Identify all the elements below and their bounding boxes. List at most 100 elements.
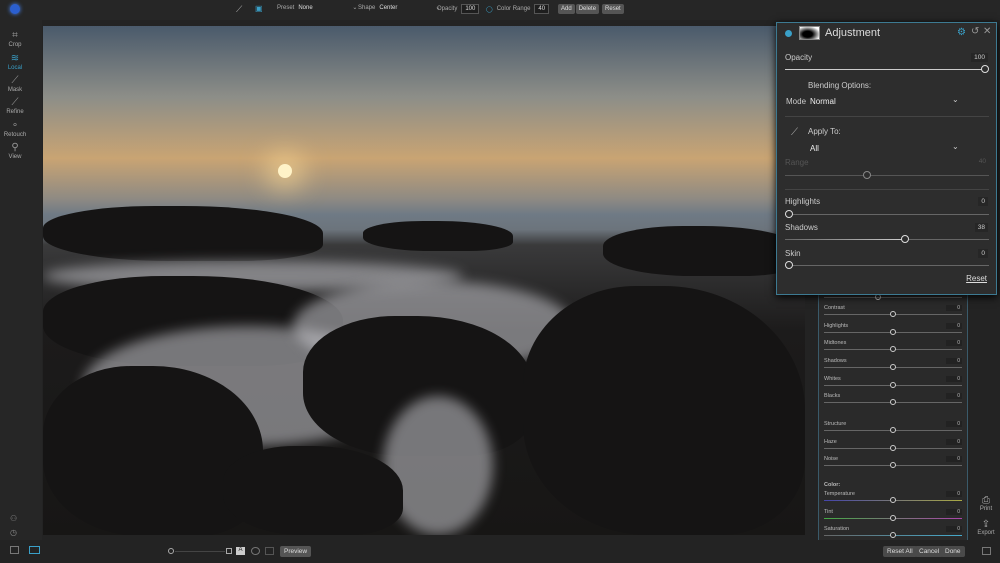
slider-row[interactable]: Shadows 0: [824, 358, 962, 370]
slider-row[interactable]: Highlights 0: [824, 323, 962, 335]
slider-row[interactable]: Contrast 0: [824, 305, 962, 317]
slider-knob[interactable]: [890, 382, 896, 388]
slider-knob[interactable]: [890, 399, 896, 405]
shadows-slider-knob[interactable]: [901, 235, 909, 243]
preset-dropdown[interactable]: Preset None ⌄: [277, 4, 358, 12]
range-slider-knob[interactable]: [863, 171, 871, 179]
mask-view-icon[interactable]: [251, 547, 260, 555]
zoom-slider[interactable]: [175, 551, 225, 552]
undo-icon[interactable]: ↺: [971, 26, 979, 37]
highlights-slider[interactable]: [785, 214, 989, 215]
apply-to-dropdown[interactable]: All: [810, 144, 819, 153]
chevron-down-icon: ⌄: [352, 5, 358, 11]
slider-value[interactable]: 0: [946, 439, 962, 445]
slider-value[interactable]: 0: [946, 323, 962, 329]
single-view-icon[interactable]: [10, 546, 19, 554]
sidebar-item-crop[interactable]: ⌗ Crop: [0, 30, 30, 48]
panel-toggle-icon[interactable]: [982, 547, 991, 555]
skin-slider-knob[interactable]: [785, 261, 793, 269]
fit-icon[interactable]: [226, 548, 232, 554]
histogram-icon[interactable]: [265, 547, 274, 555]
color-range-input[interactable]: 40: [534, 4, 550, 14]
reset-button[interactable]: Reset: [602, 4, 624, 14]
slider-row[interactable]: Noise 0: [824, 456, 962, 468]
sidebar-item-retouch[interactable]: ∘ Retouch: [0, 120, 30, 138]
slider-row[interactable]: Haze 0: [824, 439, 962, 451]
zoom-slider-knob[interactable]: [168, 548, 174, 554]
slider-knob[interactable]: [890, 311, 896, 317]
highlights-slider-knob[interactable]: [785, 210, 793, 218]
slider-value[interactable]: 0: [946, 358, 962, 364]
slider-value[interactable]: 0: [946, 509, 962, 515]
gradient-tool-icon[interactable]: ▣: [255, 4, 263, 13]
mode-dropdown[interactable]: Normal: [810, 97, 836, 106]
top-toolbar: ⟋ ▣ Preset None ⌄ Shape Center ⌄ Opacity 100 …: [0, 0, 1000, 20]
chevron-down-icon[interactable]: ⌄: [952, 142, 959, 151]
slider-knob[interactable]: [890, 346, 896, 352]
slider-knob[interactable]: [890, 515, 896, 521]
color-range-icon[interactable]: ◯: [486, 6, 493, 13]
print-button[interactable]: ⎙ Print: [979, 495, 993, 512]
range-slider[interactable]: [785, 175, 989, 176]
skin-value[interactable]: 0: [978, 249, 988, 258]
slider-knob[interactable]: [890, 497, 896, 503]
eyedropper-icon[interactable]: ⟋: [791, 127, 798, 138]
user-icon[interactable]: ⚇: [10, 514, 17, 523]
mask-thumbnail[interactable]: [799, 26, 820, 40]
brush-tool-icon[interactable]: ⟋: [236, 4, 242, 15]
sidebar-item-mask[interactable]: ⟋ Mask: [0, 75, 30, 93]
slider-knob[interactable]: [890, 462, 896, 468]
shadows-slider[interactable]: [785, 239, 989, 240]
slider-value[interactable]: 0: [946, 456, 962, 462]
slider-value[interactable]: 0: [946, 305, 962, 311]
slider-value[interactable]: 0: [946, 491, 962, 497]
cancel-button[interactable]: Cancel: [915, 546, 944, 557]
skin-slider[interactable]: [785, 265, 989, 266]
history-icon[interactable]: ◷: [10, 528, 17, 537]
slider-label: Noise: [824, 456, 839, 462]
opacity-slider[interactable]: [785, 69, 983, 70]
delete-button[interactable]: Delete: [575, 4, 600, 14]
chevron-down-icon[interactable]: ⌄: [952, 95, 959, 104]
highlights-value[interactable]: 0: [978, 197, 988, 206]
gear-icon[interactable]: ⚙: [957, 27, 966, 38]
photo-canvas[interactable]: [43, 26, 805, 535]
slider-knob[interactable]: [890, 427, 896, 433]
slider-value[interactable]: 0: [946, 526, 962, 532]
active-indicator[interactable]: [785, 30, 792, 37]
reset-all-button[interactable]: Reset All: [883, 546, 917, 557]
done-button[interactable]: Done: [941, 546, 965, 557]
slider-knob[interactable]: [890, 532, 896, 538]
sidebar-item-view[interactable]: ⚲ View: [0, 142, 30, 160]
slider-label: Midtones: [824, 340, 847, 346]
preview-button[interactable]: Preview: [280, 546, 312, 557]
opacity-value[interactable]: 100: [971, 53, 988, 62]
export-button[interactable]: ⇪ Export: [974, 519, 998, 536]
sidebar-item-local[interactable]: ≋ Local: [0, 53, 30, 71]
slider-knob[interactable]: [890, 364, 896, 370]
slider-knob[interactable]: [890, 445, 896, 451]
opacity-label: Opacity: [785, 53, 813, 62]
compare-view-icon[interactable]: [29, 546, 40, 554]
auto-icon[interactable]: A: [236, 547, 245, 555]
color-slider-row[interactable]: Tint 0: [824, 509, 962, 521]
slider-value[interactable]: 0: [946, 340, 962, 346]
slider-knob[interactable]: [890, 329, 896, 335]
reset-link[interactable]: Reset: [966, 274, 987, 283]
slider-row[interactable]: Structure 0: [824, 421, 962, 433]
color-slider-row[interactable]: Saturation 0: [824, 526, 962, 538]
slider-value[interactable]: 0: [946, 421, 962, 427]
shadows-value[interactable]: 38: [974, 223, 988, 232]
opacity-slider-knob[interactable]: [981, 65, 989, 73]
slider-row[interactable]: Midtones 0: [824, 340, 962, 352]
sidebar-item-refine[interactable]: ⟋ Refine: [0, 97, 30, 115]
close-icon[interactable]: ✕: [983, 26, 991, 37]
color-slider-row[interactable]: Temperature 0: [824, 491, 962, 503]
shape-dropdown[interactable]: Shape Center ⌄: [358, 4, 440, 12]
slider-value[interactable]: 0: [946, 376, 962, 382]
slider-row[interactable]: Whites 0: [824, 376, 962, 388]
opacity-input[interactable]: 100: [461, 4, 480, 14]
slider-value[interactable]: 0: [946, 393, 962, 399]
slider-row[interactable]: Blacks 0: [824, 393, 962, 405]
add-button[interactable]: Add: [558, 4, 575, 14]
